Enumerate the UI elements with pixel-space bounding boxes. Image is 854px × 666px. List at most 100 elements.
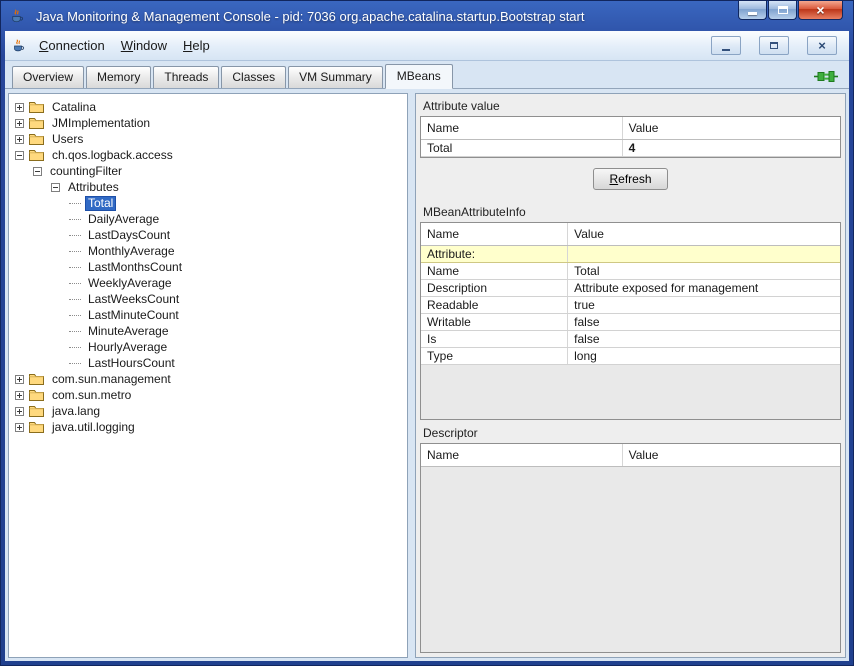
tree-node-hourlyaverage[interactable]: HourlyAverage [9, 339, 407, 355]
menu-connection[interactable]: Connection [31, 35, 113, 56]
cell-value [568, 246, 840, 263]
table-row-description[interactable]: DescriptionAttribute exposed for managem… [421, 280, 840, 297]
app-window: Java Monitoring & Management Console - p… [0, 0, 854, 666]
cell-name: Readable [421, 297, 568, 314]
expand-icon[interactable] [15, 423, 24, 432]
tree-node-lasthourscount[interactable]: LastHoursCount [9, 355, 407, 371]
attribute-value-title: Attribute value [423, 99, 838, 113]
collapse-icon[interactable] [15, 151, 24, 160]
tree-node-catalina[interactable]: Catalina [9, 99, 407, 115]
close-button[interactable]: × [798, 1, 843, 20]
tab-memory[interactable]: Memory [86, 66, 151, 88]
expand-icon[interactable] [15, 391, 24, 400]
table-row-is[interactable]: Isfalse [421, 331, 840, 348]
menu-bar: Connection Window Help × [5, 31, 849, 61]
folder-icon [29, 117, 44, 130]
folder-icon [29, 389, 44, 402]
table-row-writable[interactable]: Writablefalse [421, 314, 840, 331]
folder-icon [29, 133, 44, 146]
refresh-button[interactable]: Refresh [593, 168, 667, 190]
mbean-attribute-info-table-grid: NameValueAttribute:NameTotalDescriptionA… [421, 223, 840, 365]
tab-overview[interactable]: Overview [12, 66, 84, 88]
column-header-value: Value [568, 223, 840, 246]
tree-node-lastmonthscount[interactable]: LastMonthsCount [9, 259, 407, 275]
tree-node-lastweekscount[interactable]: LastWeeksCount [9, 291, 407, 307]
minimize-button[interactable] [738, 1, 767, 20]
tree-connector [69, 219, 81, 220]
tab-threads[interactable]: Threads [153, 66, 219, 88]
expand-icon[interactable] [15, 135, 24, 144]
tree-node-java-lang[interactable]: java.lang [9, 403, 407, 419]
tab-mbeans[interactable]: MBeans [385, 64, 453, 89]
frame-minimize-button[interactable] [711, 36, 741, 55]
tree-node-jmimplementation[interactable]: JMImplementation [9, 115, 407, 131]
tree-node-countingfilter[interactable]: countingFilter [9, 163, 407, 179]
tree-connector [69, 251, 81, 252]
maximize-button[interactable] [768, 1, 797, 20]
tree-node-label: Total [85, 196, 116, 211]
descriptor-table: NameValue [420, 443, 841, 653]
tree-node-minuteaverage[interactable]: MinuteAverage [9, 323, 407, 339]
tree-node-label: java.lang [49, 404, 103, 419]
tree-node-label: Catalina [49, 100, 99, 115]
tree-node-label: WeeklyAverage [85, 276, 175, 291]
cell-name: Description [421, 280, 568, 297]
expand-icon[interactable] [15, 103, 24, 112]
table-row-name[interactable]: NameTotal [421, 263, 840, 280]
cell-value: 4 [622, 140, 840, 157]
mbean-tree: CatalinaJMImplementationUsersch.qos.logb… [8, 93, 408, 658]
mbeans-pane: CatalinaJMImplementationUsersch.qos.logb… [5, 89, 849, 661]
tab-classes[interactable]: Classes [221, 66, 286, 88]
mbean-attribute-info-title: MBeanAttributeInfo [423, 205, 838, 219]
tab-vm-summary[interactable]: VM Summary [288, 66, 383, 88]
tree-node-weeklyaverage[interactable]: WeeklyAverage [9, 275, 407, 291]
tree-node-attributes[interactable]: Attributes [9, 179, 407, 195]
tree-connector [69, 331, 81, 332]
expand-icon[interactable] [15, 407, 24, 416]
tree-node-java-util-logging[interactable]: java.util.logging [9, 419, 407, 435]
java-frame-icon [11, 39, 25, 53]
frame-close-button[interactable]: × [807, 36, 837, 55]
tree-node-users[interactable]: Users [9, 131, 407, 147]
minimize-icon [748, 12, 757, 15]
tree-node-com-sun-metro[interactable]: com.sun.metro [9, 387, 407, 403]
tree-node-label: LastHoursCount [85, 356, 178, 371]
title-bar: Java Monitoring & Management Console - p… [5, 1, 849, 31]
cell-name: Total [421, 140, 622, 157]
frame-restore-button[interactable] [759, 36, 789, 55]
mbean-attribute-info-table: NameValueAttribute:NameTotalDescriptionA… [420, 222, 841, 420]
tree-node-label: LastMonthsCount [85, 260, 185, 275]
window-title: Java Monitoring & Management Console - p… [36, 9, 732, 24]
tree-node-com-sun-management[interactable]: com.sun.management [9, 371, 407, 387]
collapse-icon[interactable] [33, 167, 42, 176]
menu-help[interactable]: Help [175, 35, 218, 56]
table-row-total[interactable]: Total4 [421, 140, 840, 157]
cell-name: Attribute: [421, 246, 568, 263]
tree-node-monthlyaverage[interactable]: MonthlyAverage [9, 243, 407, 259]
expand-icon[interactable] [15, 119, 24, 128]
table-row-attribute[interactable]: Attribute: [421, 246, 840, 263]
tree-node-dailyaverage[interactable]: DailyAverage [9, 211, 407, 227]
tree-node-lastdayscount[interactable]: LastDaysCount [9, 227, 407, 243]
tree-node-label: ch.qos.logback.access [49, 148, 176, 163]
folder-icon [29, 149, 44, 162]
tree-connector [69, 283, 81, 284]
tree-node-label: com.sun.metro [49, 388, 134, 403]
cell-value: Attribute exposed for management [568, 280, 840, 297]
collapse-icon[interactable] [51, 183, 60, 192]
menu-window[interactable]: Window [113, 35, 175, 56]
tree-node-label: LastMinuteCount [85, 308, 182, 323]
attribute-value-table: NameValueTotal4 [420, 116, 841, 158]
cell-value: Total [568, 263, 840, 280]
table-row-type[interactable]: Typelong [421, 348, 840, 365]
tree-node-lastminutecount[interactable]: LastMinuteCount [9, 307, 407, 323]
table-row-readable[interactable]: Readabletrue [421, 297, 840, 314]
expand-icon[interactable] [15, 375, 24, 384]
tree-node-label: Attributes [65, 180, 122, 195]
maximize-icon [778, 6, 788, 14]
column-header-name: Name [421, 117, 622, 140]
split-divider[interactable] [408, 93, 415, 658]
tree-node-total[interactable]: Total [9, 195, 407, 211]
column-header-name: Name [421, 223, 568, 246]
tree-node-ch-qos-logback-access[interactable]: ch.qos.logback.access [9, 147, 407, 163]
